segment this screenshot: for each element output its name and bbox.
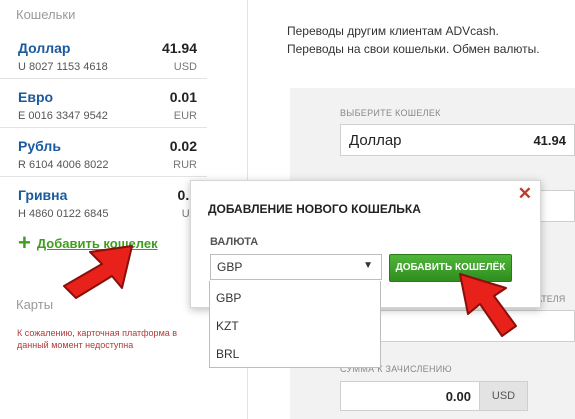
red-arrow-icon	[459, 273, 517, 337]
close-icon[interactable]: ✕	[518, 185, 532, 203]
select-wallet-label: ВЫБЕРИТЕ КОШЕЛЕК	[340, 108, 441, 118]
wallet-select[interactable]: Доллар 41.94	[340, 124, 575, 156]
wallet-number: R 6104 4006 8022	[18, 159, 109, 171]
wallet-currency: RUR	[173, 159, 197, 171]
wallet-currency: USD	[173, 61, 197, 73]
currency-option[interactable]: BRL	[216, 347, 239, 361]
wallet-number: U 8027 1153 4618	[18, 61, 108, 73]
credit-amount-input[interactable]: 0.00	[340, 381, 480, 411]
wallet-name: Доллар	[18, 40, 71, 56]
cards-title: Карты	[16, 297, 54, 312]
currency-selected-value: GBP	[217, 260, 243, 274]
wallet-currency: EUR	[173, 110, 197, 122]
wallet-number: H 4860 0122 6845	[18, 208, 109, 220]
modal-title: ДОБАВЛЕНИЕ НОВОГО КОШЕЛЬКА	[208, 202, 421, 216]
wallet-name: Евро	[18, 89, 54, 105]
selected-wallet-name: Доллар	[349, 132, 402, 149]
wallet-item-hryvnia[interactable]: Гривна H 4860 0122 6845 0.1 UA	[0, 177, 207, 226]
wallet-balance: 0.01	[169, 89, 197, 105]
wallet-item-euro[interactable]: Евро E 0016 3347 9542 0.01 EUR	[0, 79, 207, 128]
wallet-balance: 41.94	[161, 40, 197, 56]
wallets-title: Кошельки	[16, 7, 76, 22]
currency-option[interactable]: GBP	[216, 291, 241, 305]
cards-unavailable-note: К сожалению, карточная платформа в данны…	[17, 328, 178, 350]
chevron-down-icon: ▼	[363, 260, 373, 271]
wallet-number: E 0016 3347 9542	[18, 110, 108, 122]
wallet-balance: 0.02	[169, 138, 197, 154]
selected-wallet-balance: 41.94	[533, 133, 566, 148]
sidebar: Кошельки Доллар U 8027 1153 4618 41.94 U…	[0, 0, 208, 419]
credit-currency: USD	[480, 381, 528, 411]
currency-dropdown: GBP KZT BRL	[209, 281, 381, 368]
currency-label: ВАЛЮТА	[210, 236, 259, 248]
wallet-item-dollar[interactable]: Доллар U 8027 1153 4618 41.94 USD	[0, 30, 207, 79]
wallet-name: Гривна	[18, 187, 68, 203]
currency-select[interactable]: GBP ▼	[210, 254, 382, 280]
wallet-name: Рубль	[18, 138, 61, 154]
credit-amount-value: 0.00	[445, 389, 471, 404]
transfer-links: Переводы другим клиентам ADVcash. Перево…	[287, 22, 540, 58]
wallet-item-ruble[interactable]: Рубль R 6104 4006 8022 0.02 RUR	[0, 128, 207, 177]
red-arrow-icon	[63, 245, 133, 299]
link-transfer-own[interactable]: Переводы на свои кошельки. Обмен валюты.	[287, 40, 540, 58]
link-transfer-clients[interactable]: Переводы другим клиентам ADVcash.	[287, 22, 540, 40]
currency-option[interactable]: KZT	[216, 319, 239, 333]
plus-icon: +	[18, 230, 31, 255]
